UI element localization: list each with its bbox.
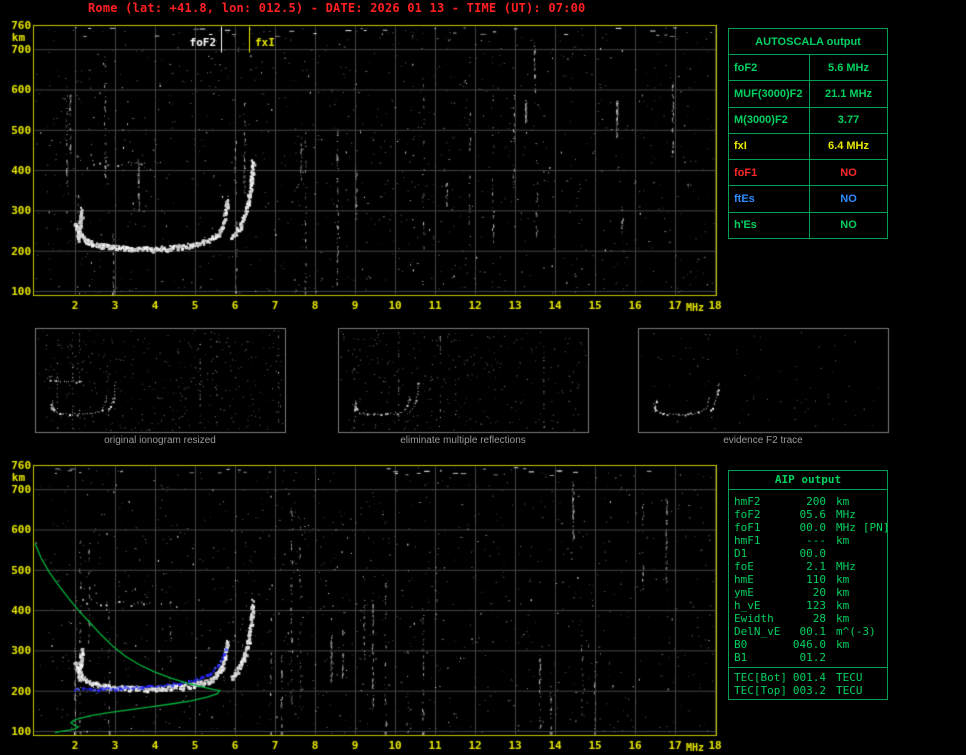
table-row: h_vE 123 km <box>734 599 887 612</box>
param-value: 28 <box>812 612 826 625</box>
param-label: MUF(3000)F2 <box>729 81 810 107</box>
param-label: Ewidth <box>734 612 774 625</box>
table-row: ymE 20 km <box>734 586 887 599</box>
param-label: B1 <box>734 651 748 664</box>
autoscala-table-title: AUTOSCALA output <box>729 29 887 55</box>
param-value: --- <box>806 534 826 547</box>
table-row: hmF1 --- km <box>734 534 887 547</box>
param-value: 046.0 <box>792 638 826 651</box>
param-value: 00.1 <box>799 625 827 638</box>
param-unit: km <box>836 638 850 651</box>
param-unit: MHz <box>836 508 856 521</box>
param-label: M(3000)F2 <box>729 107 810 133</box>
param-value: 3.77 <box>837 114 860 127</box>
table-row: foF1 NO <box>729 160 887 187</box>
table-row: hmF2 200 km <box>734 495 887 508</box>
param-label: DelN_vE <box>734 625 781 638</box>
param-label: TEC[Bot] <box>734 671 787 684</box>
table-row: B0 046.0 km <box>734 638 887 651</box>
param-value: 123 <box>806 599 826 612</box>
param-value: 110 <box>806 573 826 586</box>
param-label: foE <box>734 560 754 573</box>
table-row: ftEs NO <box>729 186 887 213</box>
param-extra: [PN] <box>862 521 890 534</box>
table-row: Ewidth 28 km <box>734 612 887 625</box>
thumbnail-caption: original ionogram resized <box>104 435 216 446</box>
table-row: D1 00.0 <box>734 547 887 560</box>
param-value: 00.0 <box>799 521 827 534</box>
param-label: TEC[Top] <box>734 684 787 697</box>
table-row: foE 2.1 MHz <box>734 560 887 573</box>
table-row: MUF(3000)F2 21.1 MHz <box>729 81 887 108</box>
param-label: fxI <box>729 133 810 160</box>
aip-table-body: hmF2 200 km foF2 05.6 MHz foF1 00.0 MHz [PN] hm… <box>729 490 890 664</box>
param-value: 00.0 <box>799 547 827 560</box>
table-row: hmE 110 km <box>734 573 887 586</box>
thumbnail-caption: eliminate multiple reflections <box>400 435 526 446</box>
table-row: M(3000)F2 3.77 <box>729 107 887 134</box>
param-unit: MHz <box>836 560 856 573</box>
param-label: hmE <box>734 573 754 586</box>
param-value: 5.6 MHz <box>828 61 869 74</box>
param-label: foF2 <box>734 508 761 521</box>
param-label: ymE <box>734 586 754 599</box>
param-value: 01.2 <box>799 651 827 664</box>
param-label: h_vE <box>734 599 761 612</box>
autoscala-table: AUTOSCALA output foF2 5.6 MHz MUF(3000)F… <box>728 28 888 239</box>
param-value: NO <box>840 219 857 232</box>
param-unit: km <box>836 586 850 599</box>
param-unit: km <box>836 495 850 508</box>
param-unit: TECU <box>836 684 863 697</box>
param-unit: km <box>836 534 850 547</box>
param-unit: km <box>836 599 850 612</box>
table-row: foF2 5.6 MHz <box>729 55 887 82</box>
aip-table: AIP output hmF2 200 km foF2 05.6 MHz foF1 00.… <box>728 470 890 700</box>
table-row: foF2 05.6 MHz <box>734 508 887 521</box>
param-value: 001.4 <box>792 671 826 684</box>
param-label: hmF1 <box>734 534 761 547</box>
param-label: hmF2 <box>734 495 761 508</box>
param-unit: m^(-3) <box>836 625 876 638</box>
page-title: Rome (lat: +41.8, lon: 012.5) - DATE: 20… <box>88 1 586 15</box>
param-label: foF1 <box>734 521 761 534</box>
param-value: 2.1 <box>806 560 826 573</box>
table-row: h'Es NO <box>729 212 887 238</box>
table-row: fxI 6.4 MHz <box>729 133 887 161</box>
param-value: 05.6 <box>799 508 827 521</box>
aip-tec-section: TEC[Bot] 001.4 TECU TEC[Top] 003.2 TECU <box>729 667 887 697</box>
param-value: NO <box>840 193 857 206</box>
param-value: NO <box>840 166 857 179</box>
param-label: D1 <box>734 547 748 560</box>
param-unit: TECU <box>836 671 863 684</box>
autoscala-window: Rome (lat: +41.8, lon: 012.5) - DATE: 20… <box>0 0 966 755</box>
aip-table-title: AIP output <box>729 471 887 490</box>
param-label: ftEs <box>729 186 810 212</box>
param-unit: km <box>836 573 850 586</box>
param-unit: MHz <box>836 521 856 534</box>
param-unit: km <box>836 612 850 625</box>
param-value: 20 <box>812 586 826 599</box>
param-label: B0 <box>734 638 748 651</box>
param-value: 200 <box>806 495 826 508</box>
param-label: foF1 <box>729 160 810 186</box>
table-row: DelN_vE 00.1 m^(-3) <box>734 625 887 638</box>
param-value: 003.2 <box>792 684 826 697</box>
table-row: B1 01.2 <box>734 651 887 664</box>
param-value: 6.4 MHz <box>828 140 869 153</box>
table-row: TEC[Top] 003.2 TECU <box>734 684 887 697</box>
param-label: h'Es <box>729 212 810 238</box>
param-label: foF2 <box>729 55 810 81</box>
table-row: foF1 00.0 MHz [PN] <box>734 521 890 534</box>
param-value: 21.1 MHz <box>824 87 873 100</box>
thumbnail-caption: evidence F2 trace <box>723 435 803 446</box>
table-row: TEC[Bot] 001.4 TECU <box>734 671 887 684</box>
